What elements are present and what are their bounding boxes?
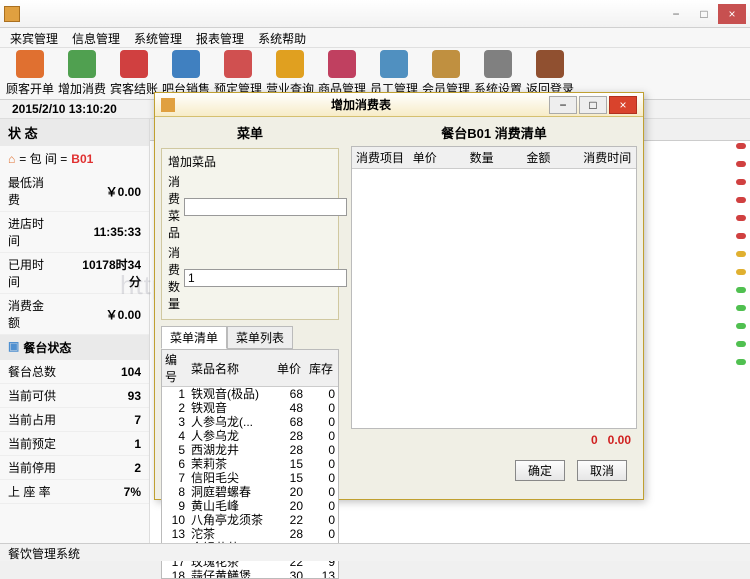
menu-list-tab[interactable]: 菜单清单 — [161, 326, 227, 349]
main-titlebar: − □ × — [0, 0, 750, 28]
status-title: 状 态 — [0, 119, 149, 146]
dialog-icon — [161, 98, 175, 112]
maximize-button[interactable]: □ — [690, 4, 718, 24]
menu-row[interactable]: 1铁观音(极品)680 — [162, 387, 338, 402]
menu-item[interactable]: 系统帮助 — [258, 30, 306, 45]
toolbar-button[interactable]: 吧台销售 — [162, 50, 210, 97]
toolbar-button[interactable]: 商品管理 — [318, 50, 366, 97]
toolbar-button[interactable]: 会员管理 — [422, 50, 470, 97]
order-list[interactable]: 消费项目单价数量金额消费时间 — [351, 146, 637, 429]
dialog-minimize-button[interactable]: − — [549, 96, 577, 114]
table-stats: 餐台总数104当前可供93当前占用7当前预定1当前停用2上 座 率7% — [0, 360, 149, 504]
menubar: 来宾管理信息管理系统管理报表管理系统帮助 — [0, 28, 750, 48]
menu-section-title: 菜单 — [161, 121, 339, 144]
order-totals: 0 0.00 — [351, 431, 637, 449]
toolbar-button[interactable]: 宾客结账 — [110, 50, 158, 97]
menu-row[interactable]: 5西湖龙井280 — [162, 443, 338, 457]
menu-item[interactable]: 信息管理 — [72, 30, 120, 45]
dish-name-input[interactable] — [184, 198, 347, 216]
menu-item[interactable]: 来宾管理 — [10, 30, 58, 45]
menu-item[interactable]: 系统管理 — [134, 30, 182, 45]
menu-row[interactable]: 4人参乌龙280 — [162, 429, 338, 443]
toolbar-button[interactable]: 营业查询 — [266, 50, 314, 97]
menu-row[interactable]: 2铁观音480 — [162, 401, 338, 415]
toolbar-button[interactable]: 顾客开单 — [6, 50, 54, 97]
menu-row[interactable]: 18蒜仔黄鳝煲...3013 — [162, 569, 338, 579]
home-icon: ⌂ — [8, 152, 15, 166]
menu-row[interactable]: 6茉莉茶150 — [162, 457, 338, 471]
close-button[interactable]: × — [718, 4, 746, 24]
menu-row[interactable]: 13沱茶280 — [162, 527, 338, 541]
table-status-title: ▣餐台状态 — [0, 335, 149, 360]
cube-icon: ▣ — [8, 339, 19, 356]
minimize-button[interactable]: − — [662, 4, 690, 24]
menu-grid-tab[interactable]: 菜单列表 — [227, 326, 293, 349]
cancel-button[interactable]: 取消 — [577, 460, 627, 481]
app-icon — [4, 6, 20, 22]
menu-row[interactable]: 9黄山毛峰200 — [162, 499, 338, 513]
toolbar-button[interactable]: 预定管理 — [214, 50, 262, 97]
dialog-maximize-button[interactable]: □ — [579, 96, 607, 114]
occupancy-markers — [736, 143, 746, 365]
dialog-titlebar[interactable]: 增加消费表 − □ × — [155, 93, 643, 117]
room-info-table: 最低消费￥0.00进店时间11:35:33已用时间10178时34分消费金额￥0… — [0, 171, 149, 335]
menu-row[interactable]: 10八角亭龙须茶220 — [162, 513, 338, 527]
add-dish-group: 增加菜品 消费菜品 消费数量 增加 — [161, 148, 339, 320]
toolbar-button[interactable]: 返回登录 — [526, 50, 574, 97]
menu-item[interactable]: 报表管理 — [196, 30, 244, 45]
toolbar-button[interactable]: 增加消费 — [58, 50, 106, 97]
menu-row[interactable]: 3人参乌龙(...680 — [162, 415, 338, 429]
dish-qty-input[interactable] — [184, 269, 347, 287]
add-consumption-dialog: 增加消费表 − □ × 菜单 增加菜品 消费菜品 消费数量 增加 — [154, 92, 644, 500]
dialog-close-button[interactable]: × — [609, 96, 637, 114]
ok-button[interactable]: 确定 — [515, 460, 565, 481]
sidebar: 状 态 ⌂ = 包 间 = B01 最低消费￥0.00进店时间11:35:33已… — [0, 119, 150, 559]
dialog-title: 增加消费表 — [175, 96, 547, 113]
current-room: ⌂ = 包 间 = B01 — [0, 146, 149, 171]
order-section-title: 餐台B01 消费清单 — [351, 121, 637, 144]
menu-row[interactable]: 7信阳毛尖150 — [162, 471, 338, 485]
toolbar-button[interactable]: 员工管理 — [370, 50, 418, 97]
menu-row[interactable]: 8洞庭碧螺春200 — [162, 485, 338, 499]
add-dish-label: 增加菜品 — [168, 153, 332, 170]
toolbar-button[interactable]: 系统设置 — [474, 50, 522, 97]
statusbar: 餐饮管理系统 — [0, 543, 750, 561]
